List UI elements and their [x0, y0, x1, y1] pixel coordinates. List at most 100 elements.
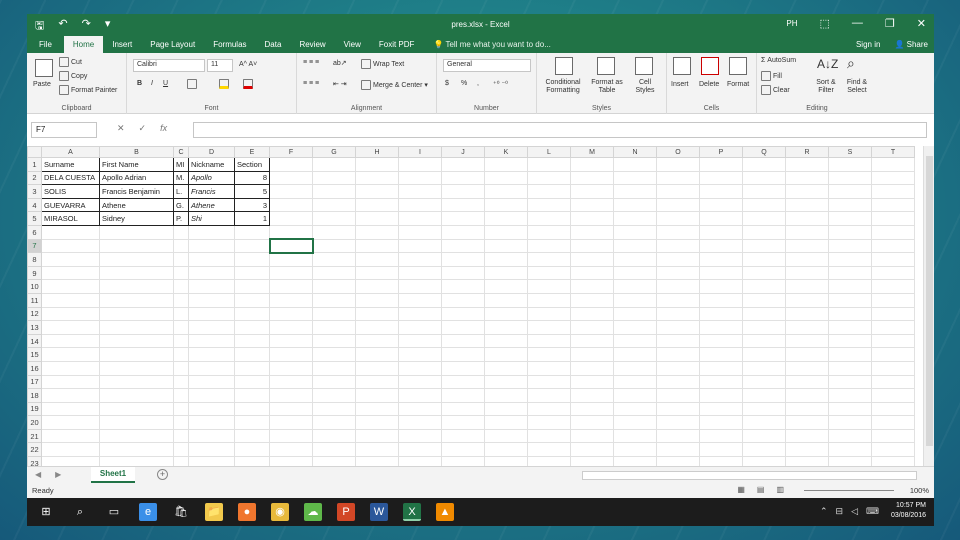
restore-button[interactable]: ❐ — [885, 17, 895, 31]
zoom-slider[interactable] — [804, 490, 894, 491]
font-size-buttons[interactable]: A^ A˅ — [239, 61, 257, 68]
cell-o13[interactable] — [656, 320, 700, 335]
cell-m5[interactable] — [570, 211, 614, 226]
cell-h22[interactable] — [355, 442, 399, 458]
cell-o7[interactable] — [656, 238, 700, 254]
cell-p17[interactable] — [699, 374, 743, 390]
cell-c20[interactable] — [173, 415, 189, 430]
cell-a23[interactable] — [41, 456, 100, 466]
cell-l7[interactable] — [527, 238, 571, 254]
cell-s19[interactable] — [828, 401, 872, 417]
row-header[interactable]: 16 — [27, 360, 42, 376]
cell-o1[interactable] — [656, 157, 700, 172]
cell-r17[interactable] — [785, 374, 829, 390]
cell-e12[interactable] — [234, 306, 270, 322]
cell-k10[interactable] — [484, 279, 528, 294]
cell-t17[interactable] — [871, 374, 915, 390]
cell-e15[interactable] — [234, 347, 270, 362]
cell-e1[interactable]: Section — [234, 157, 270, 172]
cell-a4[interactable]: GUEVARRA — [41, 197, 100, 213]
cell-j15[interactable] — [441, 347, 485, 362]
cell-a1[interactable]: Surname — [41, 157, 100, 172]
cell-e4[interactable]: 3 — [234, 197, 270, 213]
cell-k21[interactable] — [484, 428, 528, 444]
cell-f9[interactable] — [269, 265, 313, 281]
cell-i7[interactable] — [398, 238, 442, 254]
cell-q9[interactable] — [742, 265, 786, 281]
cell-l23[interactable] — [527, 456, 571, 466]
cell-g10[interactable] — [312, 279, 356, 294]
tab-review[interactable]: Review — [290, 36, 334, 53]
cell-l10[interactable] — [527, 279, 571, 294]
cell-o6[interactable] — [656, 224, 700, 240]
cell-l5[interactable] — [527, 211, 571, 226]
cell-e19[interactable] — [234, 401, 270, 417]
cell-t11[interactable] — [871, 292, 915, 308]
cell-l22[interactable] — [527, 442, 571, 458]
cell-k2[interactable] — [484, 170, 528, 186]
cell-n6[interactable] — [613, 224, 657, 240]
cell-n12[interactable] — [613, 306, 657, 322]
row-header[interactable]: 20 — [27, 415, 42, 430]
cell-k7[interactable] — [484, 238, 528, 254]
cell-d16[interactable] — [188, 360, 235, 376]
cell-r10[interactable] — [785, 279, 829, 294]
ribbon-display-options-icon[interactable]: ⬚ — [820, 17, 830, 31]
column-header-o[interactable]: O — [656, 146, 700, 158]
cell-k11[interactable] — [484, 292, 528, 308]
cell-s5[interactable] — [828, 211, 872, 226]
cell-h23[interactable] — [355, 456, 399, 466]
cell-a5[interactable]: MIRASOL — [41, 211, 100, 226]
row-header[interactable]: 12 — [27, 306, 42, 322]
cell-g5[interactable] — [312, 211, 356, 226]
page-break-view-icon[interactable]: ▥ — [776, 485, 784, 494]
cell-a10[interactable] — [41, 279, 100, 294]
cell-d7[interactable] — [188, 238, 235, 254]
cell-p12[interactable] — [699, 306, 743, 322]
cell-d2[interactable]: Apollo — [188, 170, 235, 186]
column-header-j[interactable]: J — [441, 146, 485, 158]
cell-b5[interactable]: Sidney — [99, 211, 174, 226]
cell-k22[interactable] — [484, 442, 528, 458]
cell-i6[interactable] — [398, 224, 442, 240]
column-header-d[interactable]: D — [188, 146, 235, 158]
tab-page-layout[interactable]: Page Layout — [141, 36, 204, 53]
cloud-app-icon[interactable]: ☁ — [304, 503, 322, 521]
column-header-k[interactable]: K — [484, 146, 528, 158]
cell-n19[interactable] — [613, 401, 657, 417]
cell-e9[interactable] — [234, 265, 270, 281]
cell-n8[interactable] — [613, 252, 657, 267]
cell-i16[interactable] — [398, 360, 442, 376]
cell-s13[interactable] — [828, 320, 872, 335]
cell-p21[interactable] — [699, 428, 743, 444]
cell-o17[interactable] — [656, 374, 700, 390]
cell-s18[interactable] — [828, 388, 872, 403]
enter-icon[interactable]: ✓ — [139, 123, 147, 134]
cell-f20[interactable] — [269, 415, 313, 430]
cell-i8[interactable] — [398, 252, 442, 267]
cell-p10[interactable] — [699, 279, 743, 294]
font-name-select[interactable]: Calibri — [133, 59, 205, 72]
cell-l11[interactable] — [527, 292, 571, 308]
cell-k3[interactable] — [484, 184, 528, 199]
cell-i17[interactable] — [398, 374, 442, 390]
cell-c5[interactable]: P. — [173, 211, 189, 226]
cell-l21[interactable] — [527, 428, 571, 444]
cell-s10[interactable] — [828, 279, 872, 294]
cell-f4[interactable] — [269, 197, 313, 213]
cell-g6[interactable] — [312, 224, 356, 240]
worksheet-grid[interactable]: A B C D E F G H I J K L M N O P Q R S T 1 Surname First Name MI… — [27, 146, 923, 466]
tab-formulas[interactable]: Formulas — [204, 36, 255, 53]
merge-center-button[interactable]: Merge & Center ▾ — [361, 80, 428, 90]
column-header-r[interactable]: R — [785, 146, 829, 158]
cell-i2[interactable] — [398, 170, 442, 186]
fill-color-button[interactable] — [219, 79, 231, 89]
cell-o4[interactable] — [656, 197, 700, 213]
cell-n4[interactable] — [613, 197, 657, 213]
cell-o23[interactable] — [656, 456, 700, 466]
cell-o20[interactable] — [656, 415, 700, 430]
paste-button[interactable]: Paste — [33, 81, 51, 88]
cell-i21[interactable] — [398, 428, 442, 444]
cell-f10[interactable] — [269, 279, 313, 294]
cell-r18[interactable] — [785, 388, 829, 403]
